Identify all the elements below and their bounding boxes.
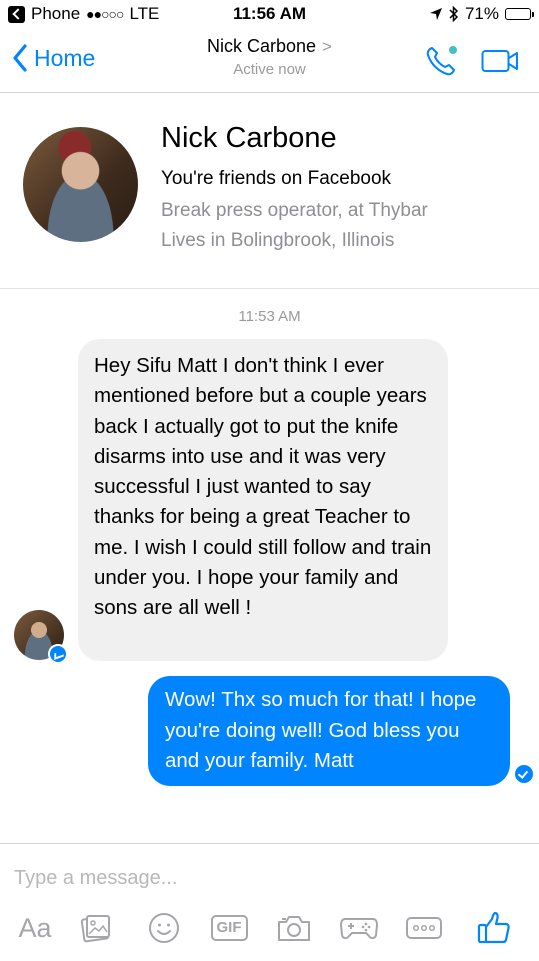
gif-label: GIF — [210, 915, 248, 941]
more-icon — [406, 917, 442, 939]
photo-button[interactable] — [78, 905, 114, 951]
more-button[interactable] — [404, 905, 444, 951]
online-dot — [449, 46, 457, 54]
bluetooth-icon — [449, 6, 459, 22]
smiley-icon — [149, 913, 179, 943]
video-camera-icon[interactable] — [481, 49, 519, 73]
profile-location: Lives in Bolingbrook, Illinois — [161, 230, 395, 251]
incoming-message-bubble[interactable]: Hey Sifu Matt I don't think I ever menti… — [78, 339, 448, 661]
camera-icon — [278, 916, 310, 941]
profile-job: Break press operator, at Thybar — [161, 200, 428, 221]
profile-friends-status: You're friends on Facebook — [161, 168, 392, 189]
phone-icon[interactable] — [424, 44, 460, 78]
gif-button[interactable]: GIF — [209, 905, 249, 951]
delivered-check-icon — [515, 765, 533, 783]
emoji-button[interactable] — [146, 905, 182, 951]
status-right: 71% — [429, 4, 534, 24]
thumbs-up-icon — [477, 911, 510, 944]
like-button[interactable] — [474, 905, 514, 951]
contact-avatar-large[interactable] — [23, 127, 138, 242]
messenger-badge-icon — [48, 644, 68, 664]
status-bar: Phone ●●○○○ LTE 11:56 AM 71% — [0, 0, 539, 30]
battery-icon — [505, 8, 534, 20]
games-button[interactable] — [338, 905, 380, 951]
game-controller-icon — [340, 918, 378, 940]
profile-name: Nick Carbone — [161, 122, 337, 154]
battery-percent: 71% — [464, 4, 499, 23]
outgoing-message-bubble[interactable]: Wow! Thx so much for that! I hope you're… — [148, 676, 510, 786]
camera-button[interactable] — [274, 905, 314, 951]
contact-profile-card: Nick Carbone You're friends on Facebook … — [0, 93, 539, 289]
chevron-right-icon[interactable]: > — [322, 37, 332, 56]
location-arrow-icon — [429, 8, 442, 20]
image-icon — [80, 915, 110, 943]
message-composer: Aa GIF — [0, 843, 539, 961]
message-timestamp: 11:53 AM — [238, 308, 301, 325]
text-format-button[interactable]: Aa — [15, 905, 55, 951]
composer-toolbar: Aa GIF — [0, 905, 539, 955]
conversation-header: Home Nick Carbone > Active now — [0, 30, 539, 93]
message-input[interactable] — [12, 862, 516, 894]
contact-name[interactable]: Nick Carbone — [207, 36, 316, 56]
